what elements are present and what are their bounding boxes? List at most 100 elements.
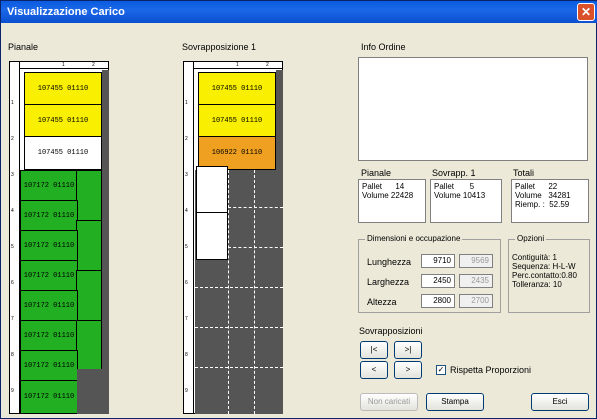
larghezza-field: 2450 bbox=[421, 274, 455, 288]
dimensioni-group: Dimensioni e occupazione Lunghezza 9710 … bbox=[358, 234, 501, 313]
pallet-cell[interactable] bbox=[76, 170, 102, 222]
pallet-cell[interactable] bbox=[196, 212, 228, 260]
close-button[interactable]: ✕ bbox=[577, 3, 595, 21]
stat-line: Riemp. : 52.59 bbox=[515, 200, 570, 209]
lunghezza-field: 9710 bbox=[421, 254, 455, 268]
pallet-cell[interactable] bbox=[76, 270, 102, 322]
pianale-stats: Pallet 14 Volume 22428 bbox=[358, 179, 426, 223]
pallet-cell[interactable]: 107172 01110 bbox=[20, 290, 78, 322]
ruler-row: 8 bbox=[11, 352, 14, 358]
stat-line: Pallet 22 bbox=[515, 182, 558, 191]
pallet-cell[interactable]: 107455 01110 bbox=[24, 72, 102, 106]
sovrapposizioni-label: Sovrapposizioni bbox=[359, 326, 423, 336]
totali-stats-title: Totali bbox=[513, 168, 535, 178]
pallet-cell[interactable]: 107172 01110 bbox=[20, 350, 78, 382]
grid-line bbox=[195, 327, 283, 328]
stat-line: Volume 10413 bbox=[434, 191, 486, 200]
ruler-left bbox=[10, 62, 20, 413]
stat-line: Volume 22428 bbox=[362, 191, 414, 200]
pallet-cell[interactable]: 107172 01110 bbox=[20, 170, 78, 202]
dimensioni-title: Dimensioni e occupazione bbox=[365, 234, 463, 243]
title-bar: Visualizzazione Carico ✕ bbox=[1, 1, 597, 23]
ruler-row: 1 bbox=[11, 100, 14, 106]
opzioni-text: Contiguità: 1 Sequenza: H-L-W Perc.conta… bbox=[512, 253, 577, 289]
prev-button[interactable]: < bbox=[360, 361, 388, 379]
grid-line bbox=[228, 247, 283, 248]
ruler-row: 9 bbox=[185, 388, 188, 394]
ruler-row: 4 bbox=[11, 208, 14, 214]
pallet-cell[interactable]: 107172 01110 bbox=[20, 320, 78, 352]
ruler-row: 2 bbox=[11, 136, 14, 142]
pallet-cell[interactable]: 107455 01110 bbox=[24, 136, 102, 170]
main-window: Visualizzazione Carico ✕ Pianale Sovrapp… bbox=[0, 0, 597, 419]
ruler-row: 9 bbox=[11, 388, 14, 394]
pallet-cell[interactable] bbox=[76, 320, 102, 370]
sovrapp-stats-title: Sovrapp. 1 bbox=[432, 168, 476, 178]
info-ordine-label: Info Ordine bbox=[361, 42, 406, 52]
ruler-row: 3 bbox=[185, 172, 188, 178]
opzioni-line: Tolleranza: 10 bbox=[512, 280, 562, 289]
ruler-row: 8 bbox=[185, 352, 188, 358]
ruler-row: 5 bbox=[11, 244, 14, 250]
ruler-row: 2 bbox=[185, 136, 188, 142]
altezza-label: Altezza bbox=[367, 297, 397, 307]
opzioni-line: Contiguità: 1 bbox=[512, 253, 557, 262]
opzioni-line: Sequenza: H-L-W bbox=[512, 262, 576, 271]
pallet-cell[interactable]: 107172 01110 bbox=[20, 380, 78, 414]
opzioni-line: Perc.contatto:0.80 bbox=[512, 271, 577, 280]
opzioni-group: Opzioni Contiguità: 1 Sequenza: H-L-W Pe… bbox=[508, 234, 590, 313]
stampa-button[interactable]: Stampa bbox=[426, 393, 484, 411]
pianale-label: Pianale bbox=[8, 42, 39, 52]
ruler-row: 6 bbox=[185, 280, 188, 286]
ruler-top-2: 2 bbox=[92, 62, 95, 68]
unused-area bbox=[276, 70, 283, 170]
rispetta-proporzioni-checkbox[interactable]: ✓ bbox=[436, 365, 446, 375]
sovrapposizione-bay: 1 2 1 2 3 4 5 6 7 8 9 107455 01110 10745… bbox=[183, 61, 283, 414]
altezza-field: 2800 bbox=[421, 294, 455, 308]
ruler-row: 7 bbox=[11, 316, 14, 322]
ruler-row: 4 bbox=[185, 208, 188, 214]
pallet-cell[interactable]: 107455 01110 bbox=[198, 104, 276, 138]
ruler-row: 7 bbox=[185, 316, 188, 322]
ruler-top-1: 1 bbox=[62, 62, 65, 68]
grid-line bbox=[195, 367, 283, 368]
unused-area bbox=[102, 70, 109, 414]
last-button[interactable]: >| bbox=[394, 341, 422, 359]
ruler-top-1: 1 bbox=[236, 62, 239, 68]
pallet-cell[interactable]: 106922 01110 bbox=[198, 136, 276, 170]
next-button[interactable]: > bbox=[394, 361, 422, 379]
pallet-cell[interactable] bbox=[196, 166, 228, 214]
grid-line bbox=[195, 287, 283, 288]
lunghezza-label: Lunghezza bbox=[367, 257, 412, 267]
esci-button[interactable]: Esci bbox=[531, 393, 589, 411]
grid-line bbox=[228, 207, 283, 208]
first-button[interactable]: |< bbox=[360, 341, 388, 359]
totali-stats: Pallet 22 Volume 34281 Riemp. : 52.59 bbox=[511, 179, 589, 223]
pallet-cell[interactable] bbox=[76, 220, 102, 272]
ruler-row: 3 bbox=[11, 172, 14, 178]
pallet-cell[interactable]: 107455 01110 bbox=[198, 72, 276, 106]
pallet-cell[interactable]: 107172 01110 bbox=[20, 200, 78, 232]
pallet-cell[interactable]: 107172 01110 bbox=[20, 260, 78, 292]
sovrapp-stats: Pallet 5 Volume 10413 bbox=[430, 179, 502, 223]
stat-line: Pallet 5 bbox=[434, 182, 475, 191]
stat-line: Pallet 14 bbox=[362, 182, 405, 191]
ruler-row: 5 bbox=[185, 244, 188, 250]
non-caricati-button[interactable]: Non caricati bbox=[360, 393, 418, 411]
sovrapposizione-label: Sovrapposizione 1 bbox=[182, 42, 257, 52]
pianale-stats-title: Pianale bbox=[361, 168, 392, 178]
altezza-used-field: 2700 bbox=[459, 294, 493, 308]
pianale-bay: 1 2 1 2 3 4 5 6 7 8 9 107455 01110 10745… bbox=[9, 61, 109, 414]
stat-line: Volume 34281 bbox=[515, 191, 571, 200]
lunghezza-used-field: 9569 bbox=[459, 254, 493, 268]
pallet-cell[interactable]: 107455 01110 bbox=[24, 104, 102, 138]
ruler-row: 1 bbox=[185, 100, 188, 106]
window-title: Visualizzazione Carico bbox=[7, 6, 125, 18]
ruler-left bbox=[184, 62, 194, 413]
pallet-cell[interactable]: 107172 01110 bbox=[20, 230, 78, 262]
info-ordine-box bbox=[358, 57, 588, 161]
larghezza-used-field: 2435 bbox=[459, 274, 493, 288]
ruler-row: 6 bbox=[11, 280, 14, 286]
opzioni-title: Opzioni bbox=[515, 234, 547, 243]
ruler-top-2: 2 bbox=[266, 62, 269, 68]
